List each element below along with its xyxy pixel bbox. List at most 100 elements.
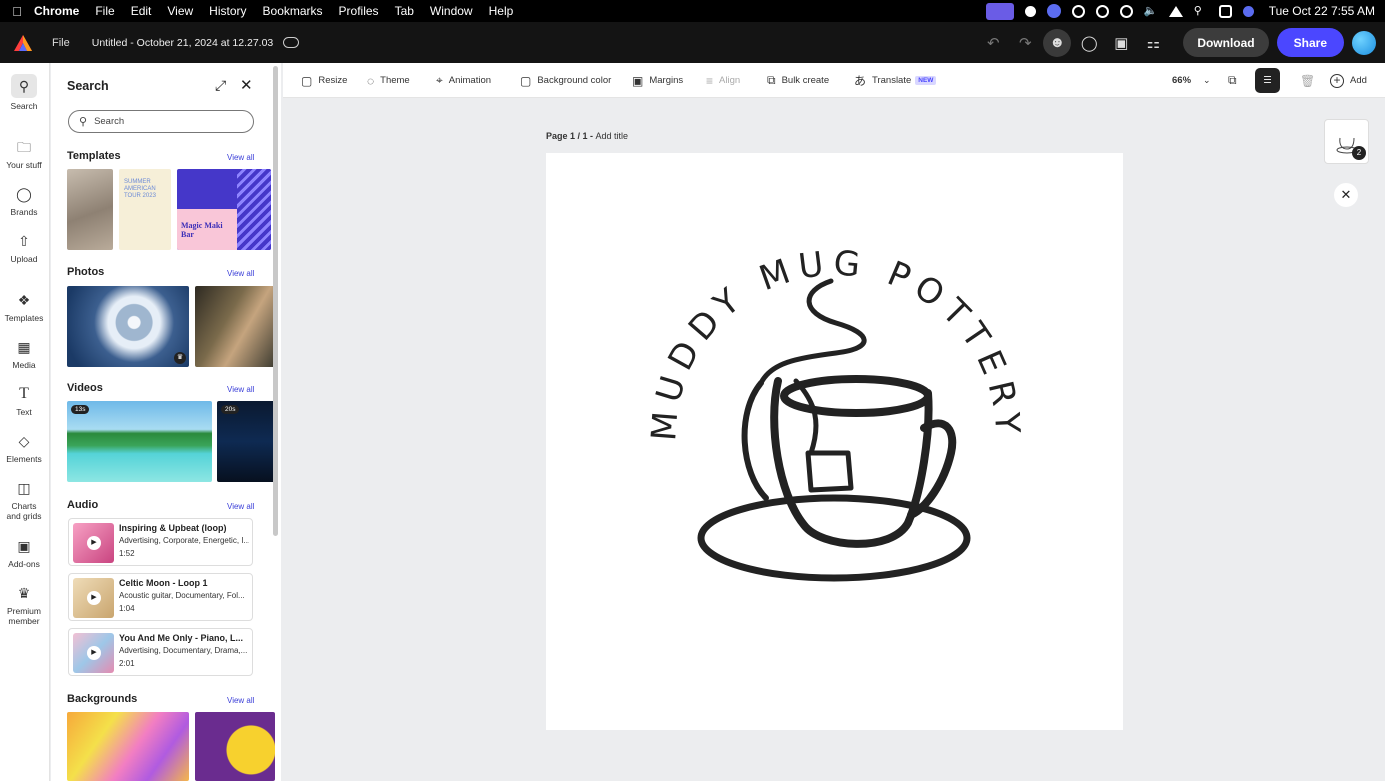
background-thumb-1[interactable] xyxy=(67,712,189,781)
canvas-toolbar: ▢ Resize ◌ Theme ⌖ Animation ▢ Backgroun… xyxy=(283,63,1385,98)
add-button[interactable]: + Add xyxy=(1330,63,1367,98)
undo-icon[interactable]: ↶ xyxy=(979,29,1007,57)
menu-view[interactable]: View xyxy=(167,4,193,18)
spotlight-icon[interactable]: ⚲ xyxy=(1194,4,1208,18)
trash-icon[interactable]: 🗑 xyxy=(1300,63,1321,98)
volume-icon[interactable]: 🔈 xyxy=(1144,4,1158,18)
video-duration-1: 13s xyxy=(71,405,90,414)
align-button[interactable]: ≡ Align xyxy=(706,63,740,98)
tips-icon[interactable]: ◯ xyxy=(1075,29,1103,57)
resize-button[interactable]: ▢ Resize xyxy=(301,63,347,98)
close-pages-icon[interactable]: ✕ xyxy=(1334,183,1358,207)
rail-templates[interactable]: ❖ Templates xyxy=(0,291,48,323)
play-icon[interactable]: ▶ xyxy=(87,591,101,605)
menu-history[interactable]: History xyxy=(209,4,246,18)
rail-premium[interactable]: ♛ Premium member xyxy=(0,584,48,626)
beta-flask-icon[interactable]: ⚏ xyxy=(1139,29,1167,57)
share-button[interactable]: Share xyxy=(1276,28,1344,57)
rail-your-stuff[interactable]: 🗀 Your stuff xyxy=(0,138,48,170)
templates-view-all[interactable]: View all xyxy=(227,153,254,162)
pages-icon[interactable]: ⧉ xyxy=(1228,63,1243,98)
beach-video[interactable]: 13s xyxy=(67,401,212,482)
play-icon[interactable]: ▶ xyxy=(87,646,101,660)
rail-upload[interactable]: ⇧ Upload xyxy=(0,232,48,264)
margins-button[interactable]: ▣ Margins xyxy=(632,63,683,98)
photos-view-all[interactable]: View all xyxy=(227,269,254,278)
menu-edit[interactable]: Edit xyxy=(131,4,152,18)
zoom-value: 66% xyxy=(1172,75,1192,86)
close-icon[interactable]: ✕ xyxy=(240,76,253,94)
panel-scrollbar[interactable] xyxy=(273,66,278,536)
backgrounds-view-all[interactable]: View all xyxy=(227,696,254,705)
videos-view-all[interactable]: View all xyxy=(227,385,254,394)
artboard[interactable]: MUDDY MUG POTTERY xyxy=(546,153,1123,730)
wifi-icon[interactable] xyxy=(1168,5,1183,17)
comments-icon[interactable]: ▣ xyxy=(1107,29,1135,57)
file-menu[interactable]: File xyxy=(52,37,70,49)
margins-icon: ▣ xyxy=(632,73,644,88)
menu-file[interactable]: File xyxy=(95,4,114,18)
translate-button[interactable]: あ Translate NEW xyxy=(854,63,937,98)
hands-photo[interactable] xyxy=(195,286,275,367)
animation-button[interactable]: ⌖ Animation xyxy=(436,63,491,98)
background-color-button[interactable]: ▢ Background color xyxy=(520,63,611,98)
audio-item[interactable]: ▶ You And Me Only - Piano, L... Advertis… xyxy=(68,628,253,676)
digital-video[interactable]: 20s xyxy=(217,401,277,482)
control-center-icon[interactable] xyxy=(1218,4,1232,18)
rail-charts[interactable]: ◫ Charts and grids xyxy=(0,479,48,521)
rail-search-label: Search xyxy=(10,101,38,111)
document-title[interactable]: Untitled - October 21, 2024 at 12.27.03 xyxy=(92,37,274,49)
hurricane-photo[interactable]: ♛ xyxy=(67,286,189,367)
rail-addons[interactable]: ▣ Add-ons xyxy=(0,537,48,569)
rail-media[interactable]: ▦ Media xyxy=(0,338,48,370)
background-thumb-2[interactable] xyxy=(195,712,275,781)
template-thumb-2[interactable]: SUMMER AMERICAN TOUR 2023 xyxy=(119,169,171,250)
menu-window[interactable]: Window xyxy=(430,4,473,18)
adobe-express-logo[interactable] xyxy=(0,34,46,51)
audio-item[interactable]: ▶ Celtic Moon - Loop 1 Acoustic guitar, … xyxy=(68,573,253,621)
rail-brands[interactable]: ◯ Brands xyxy=(0,185,48,217)
download-button[interactable]: Download xyxy=(1183,28,1269,57)
user-avatar[interactable] xyxy=(1352,30,1376,55)
redo-icon[interactable]: ↷ xyxy=(1011,29,1039,57)
menu-profiles[interactable]: Profiles xyxy=(339,4,379,18)
grammarly-icon[interactable] xyxy=(1119,4,1133,18)
siri-icon[interactable] xyxy=(1242,5,1254,17)
template-thumb-3[interactable]: Magic Maki Bar xyxy=(177,169,271,250)
search-panel: Search ⤢ ✕ ⚲ Search Templates View all S… xyxy=(51,63,281,781)
resize-icon: ▢ xyxy=(301,73,313,88)
backgrounds-heading: Backgrounds xyxy=(67,693,138,705)
rail-search[interactable]: ⚲ Search xyxy=(0,74,48,111)
zoom-select[interactable]: 66% ⌄ xyxy=(1172,63,1211,98)
bulk-create-button[interactable]: ⧉ Bulk create xyxy=(767,63,829,98)
muddy-mug-logo[interactable]: MUDDY MUG POTTERY xyxy=(546,153,1123,730)
expand-icon[interactable]: ⤢ xyxy=(215,77,226,94)
menubar-clock[interactable]: Tue Oct 22 7:55 AM xyxy=(1269,4,1375,18)
play-icon[interactable]: ▶ xyxy=(87,536,101,550)
audio-title: Celtic Moon - Loop 1 xyxy=(119,578,208,588)
add-title-link[interactable]: Add title xyxy=(596,131,629,141)
cloud-save-icon[interactable] xyxy=(283,37,300,48)
audio-desc: Advertising, Corporate, Energetic, I... xyxy=(119,536,249,545)
openai-icon[interactable] xyxy=(1071,4,1085,18)
audio-item[interactable]: ▶ Inspiring & Upbeat (loop) Advertising,… xyxy=(68,518,253,566)
rail-text[interactable]: T Text xyxy=(0,385,48,417)
menu-chrome[interactable]: Chrome xyxy=(34,4,79,18)
menu-tab[interactable]: Tab xyxy=(395,4,414,18)
meeting-app-icon[interactable] xyxy=(1046,4,1061,18)
sync-icon[interactable] xyxy=(1095,4,1109,18)
invite-collaborator-icon[interactable]: ☻ xyxy=(1043,28,1072,57)
screen-share-icon[interactable] xyxy=(985,2,1014,20)
layers-icon[interactable]: ☰ xyxy=(1255,68,1280,93)
search-input[interactable]: ⚲ Search xyxy=(68,110,254,133)
apple-icon[interactable]:  xyxy=(0,4,34,19)
menu-help[interactable]: Help xyxy=(489,4,514,18)
menu-bookmarks[interactable]: Bookmarks xyxy=(263,4,323,18)
theme-button[interactable]: ◌ Theme xyxy=(367,63,410,98)
page-thumbnail[interactable]: 2 xyxy=(1324,119,1369,164)
template-thumb-1[interactable] xyxy=(67,169,113,250)
record-icon[interactable] xyxy=(1024,5,1036,17)
template-magic-text: Magic Maki Bar xyxy=(181,221,223,239)
rail-elements[interactable]: ◇ Elements xyxy=(0,432,48,464)
audio-view-all[interactable]: View all xyxy=(227,502,254,511)
